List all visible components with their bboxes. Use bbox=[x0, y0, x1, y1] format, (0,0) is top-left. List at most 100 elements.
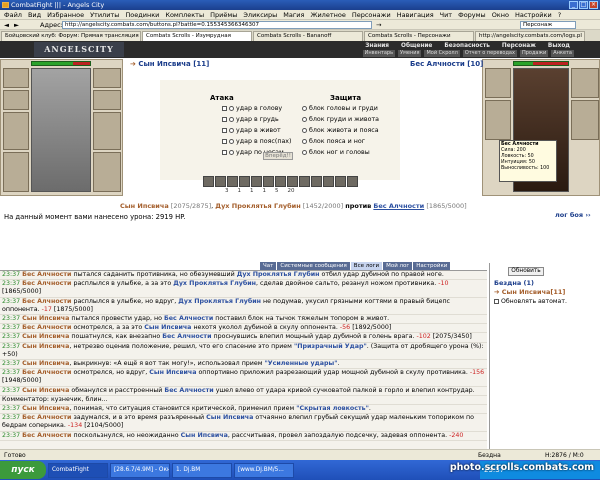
taskbar-button[interactable]: [www.Dj.BM/5... bbox=[234, 462, 294, 478]
enemy-slot-4[interactable] bbox=[571, 100, 599, 140]
log-tab[interactable]: Все логи bbox=[350, 262, 383, 270]
armor-slot[interactable] bbox=[3, 152, 29, 192]
log-tab[interactable]: Системные сообщения bbox=[277, 262, 350, 270]
log-target[interactable]: Бес Алчности bbox=[164, 387, 213, 394]
sub-nav-link[interactable]: Продажи bbox=[519, 50, 549, 57]
helmet-slot[interactable] bbox=[3, 68, 29, 88]
log-target[interactable]: Сын Ипсвича bbox=[144, 324, 191, 331]
log-actor[interactable]: Бес Алчности bbox=[22, 324, 71, 331]
attack-option[interactable]: удар в грудь bbox=[222, 116, 279, 123]
autorefresh-checkbox[interactable] bbox=[494, 298, 499, 304]
attack-extra-checkbox[interactable] bbox=[222, 149, 227, 155]
back-icon[interactable]: ◄ bbox=[4, 20, 9, 30]
team-red-name[interactable]: Сын Ипсвича bbox=[120, 202, 169, 210]
close-button[interactable]: × bbox=[589, 1, 598, 9]
defense-radio[interactable] bbox=[302, 127, 307, 133]
log-target[interactable]: "Усиленные удары" bbox=[265, 360, 338, 367]
browser-tab[interactable]: Combats Scrolls - Персонажи bbox=[364, 31, 474, 41]
necklace-slot[interactable] bbox=[3, 90, 29, 110]
battle-log-link[interactable]: лог боя ›› bbox=[555, 211, 591, 219]
boots-slot[interactable] bbox=[93, 152, 121, 192]
log-actor[interactable]: Бес Алчности bbox=[22, 414, 71, 421]
menu-item[interactable]: Персонажи bbox=[352, 10, 391, 19]
defense-option[interactable]: блок груди и живота bbox=[302, 116, 379, 123]
person-search-input[interactable]: Персонаж bbox=[520, 21, 576, 29]
attack-option[interactable]: удар в голову bbox=[222, 105, 282, 112]
log-actor[interactable]: Бес Алчности bbox=[22, 298, 71, 305]
browser-tab[interactable]: http://angelscity.combats.com/logs.pl bbox=[475, 31, 585, 41]
forward-icon[interactable]: ► bbox=[14, 20, 19, 30]
technique-icon[interactable] bbox=[347, 176, 358, 187]
sub-nav-link[interactable]: Анкета bbox=[551, 50, 574, 57]
top-nav-link[interactable]: Безопасность bbox=[444, 42, 490, 50]
defense-option[interactable]: блок живота и пояса bbox=[302, 127, 379, 134]
log-target[interactable]: "Призрачный Удар" bbox=[294, 343, 367, 350]
attack-extra-checkbox[interactable] bbox=[222, 138, 227, 144]
log-actor[interactable]: Бес Алчности bbox=[22, 369, 71, 376]
attack-extra-checkbox[interactable] bbox=[222, 127, 227, 133]
shield-slot[interactable] bbox=[93, 112, 121, 150]
sub-nav-link[interactable]: Инвентарь bbox=[362, 50, 396, 57]
battle-log[interactable]: 23:37 Бес Алчности пытался саданить прот… bbox=[0, 270, 487, 455]
log-target[interactable]: "Скрытая ловкость" bbox=[296, 405, 369, 412]
menu-item[interactable]: Навигация bbox=[397, 10, 434, 19]
attack-extra-checkbox[interactable] bbox=[222, 105, 227, 111]
attack-option[interactable]: удар в пояс(пах) bbox=[222, 138, 292, 145]
menu-item[interactable]: Магия bbox=[283, 10, 304, 19]
menu-item[interactable]: Настройки bbox=[515, 10, 552, 19]
attack-radio[interactable] bbox=[229, 138, 234, 144]
technique-icon[interactable] bbox=[203, 176, 214, 187]
menu-item[interactable]: Комплекты bbox=[165, 10, 204, 19]
refresh-button[interactable]: Обновить bbox=[508, 267, 544, 276]
attack-extra-checkbox[interactable] bbox=[222, 116, 227, 122]
player-left-name[interactable]: ➔ Сын Ипсвича [11] bbox=[130, 60, 209, 68]
menu-item[interactable]: Чит bbox=[440, 10, 452, 19]
log-target[interactable]: Сын Ипсвича bbox=[206, 414, 253, 421]
browser-tab[interactable]: Бойцовский клуб: Форум: Прямая трансляци… bbox=[1, 31, 141, 41]
log-target[interactable]: Сын Ипсвича bbox=[181, 432, 228, 439]
top-nav-link[interactable]: Выход bbox=[548, 42, 570, 50]
player-right-name[interactable]: Бес Алчности [10] bbox=[410, 60, 483, 68]
menu-item[interactable]: Избранное bbox=[47, 10, 84, 19]
enemy-slot-1[interactable] bbox=[485, 68, 511, 98]
defense-radio[interactable] bbox=[302, 116, 307, 122]
defense-option[interactable]: блок ног и головы bbox=[302, 149, 370, 156]
technique-icon[interactable] bbox=[275, 176, 286, 187]
autorefresh-option[interactable]: Обновлять автомат. bbox=[494, 298, 567, 305]
defense-radio[interactable] bbox=[302, 105, 307, 111]
log-actor[interactable]: Бес Алчности bbox=[22, 280, 71, 287]
sub-nav-link[interactable]: Отчет о переводах bbox=[462, 50, 517, 57]
gloves-slot[interactable] bbox=[93, 90, 121, 110]
go-button[interactable]: → bbox=[376, 20, 381, 30]
top-nav-link[interactable]: Общение bbox=[401, 42, 432, 50]
maximize-button[interactable]: □ bbox=[579, 1, 588, 9]
menu-item[interactable]: Форумы bbox=[458, 10, 486, 19]
taskbar-button[interactable]: 1. Dj.BM bbox=[172, 462, 232, 478]
start-button[interactable]: пуск bbox=[0, 461, 46, 479]
browser-tab[interactable]: Combats Scrolls - Bananoff bbox=[253, 31, 363, 41]
attack-radio[interactable] bbox=[229, 149, 234, 155]
menu-item[interactable]: Эликсиры bbox=[243, 10, 277, 19]
menu-item[interactable]: Файл bbox=[4, 10, 22, 19]
log-actor[interactable]: Сын Ипсвича bbox=[22, 405, 69, 412]
technique-icon[interactable] bbox=[251, 176, 262, 187]
enemy-slot-3[interactable] bbox=[571, 68, 599, 98]
log-actor[interactable]: Сын Ипсвича bbox=[22, 315, 69, 322]
log-target[interactable]: Бес Алчности bbox=[162, 333, 211, 340]
technique-icon[interactable] bbox=[263, 176, 274, 187]
attack-radio[interactable] bbox=[229, 127, 234, 133]
log-actor[interactable]: Сын Ипсвича bbox=[22, 343, 69, 350]
defense-option[interactable]: блок пояса и ног bbox=[302, 138, 365, 145]
menu-item[interactable]: Жилетное bbox=[310, 10, 345, 19]
log-actor[interactable]: Сын Ипсвича bbox=[22, 360, 69, 367]
menu-item[interactable]: Вид bbox=[28, 10, 41, 19]
log-actor[interactable]: Сын Ипсвича bbox=[22, 387, 69, 394]
menu-item[interactable]: Приёмы bbox=[210, 10, 237, 19]
technique-icon[interactable] bbox=[299, 176, 310, 187]
technique-icon[interactable] bbox=[227, 176, 238, 187]
enemy-name[interactable]: Бес Алчности bbox=[373, 202, 424, 210]
top-nav-link[interactable]: Персонаж bbox=[502, 42, 536, 50]
technique-icon[interactable] bbox=[239, 176, 250, 187]
log-tab[interactable]: Мой лог bbox=[383, 262, 413, 270]
taskbar-button[interactable]: CombatFight bbox=[48, 462, 108, 478]
